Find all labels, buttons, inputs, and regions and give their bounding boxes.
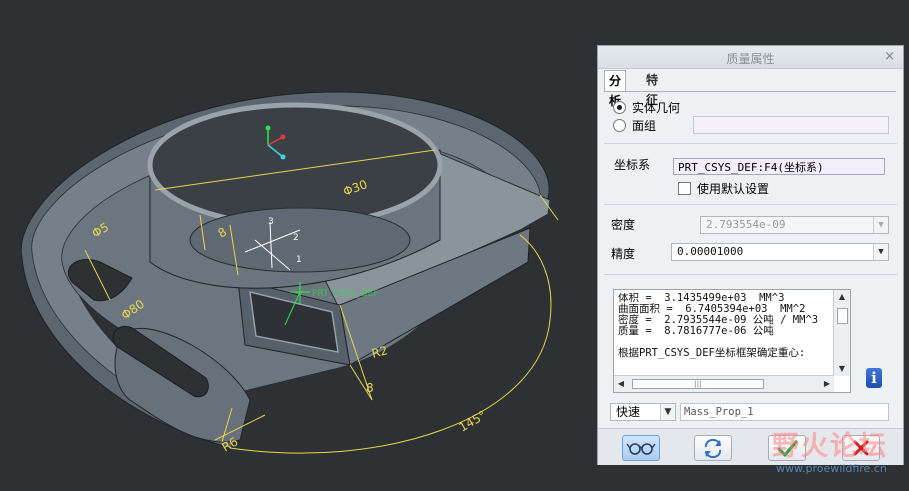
info-icon[interactable]: i [866, 368, 882, 388]
radio-solid-geometry[interactable]: 实体几何 [613, 98, 680, 116]
watermark-logo: 野火论坛 www.proewildfire.cn [766, 422, 906, 484]
scroll-thumb[interactable] [837, 308, 848, 324]
tab-feature[interactable]: 特征 [642, 70, 662, 107]
dim-text-7: 145° [457, 408, 489, 435]
density-value: 2.793554e-09 [706, 218, 786, 231]
results-text: 体积 = 3.1435499e+03 MM^3 曲面面积 = 6.7405394… [618, 293, 819, 359]
glasses-icon [626, 443, 656, 455]
density-label: 密度 [611, 218, 636, 232]
mass-properties-dialog: 质量属性 × 分析 特征 实体几何 面组 坐标系 PRT_CSYS_DEF:F4… [597, 45, 904, 465]
scroll-right-icon[interactable]: ▶ [820, 376, 834, 392]
mode-combo[interactable]: 快速 ▼ [610, 403, 676, 421]
use-default-checkbox[interactable]: 使用默认设置 [678, 180, 769, 197]
separator [604, 274, 897, 275]
vertical-scrollbar[interactable]: ▲ ▼ [833, 290, 850, 376]
dim-text-5: 8 [366, 381, 374, 395]
chevron-down-icon[interactable]: ▼ [873, 217, 888, 233]
radio-label-solid: 实体几何 [632, 100, 681, 115]
separator [604, 204, 897, 205]
checkbox-icon[interactable] [678, 182, 691, 195]
watermark-url: www.proewildfire.cn [776, 462, 887, 475]
mode-value: 快速 [616, 405, 641, 419]
use-default-label: 使用默认设置 [697, 182, 770, 196]
scroll-thumb[interactable]: ||| [632, 379, 764, 389]
scroll-left-icon[interactable]: ◀ [614, 376, 628, 392]
density-combo[interactable]: 2.793554e-09 ▼ [700, 216, 889, 234]
csys-tag: PRT_CSYS_DEF [312, 289, 379, 299]
precision-value: 0.00001000 [677, 245, 744, 258]
precision-combo[interactable]: 0.00001000 ▼ [671, 243, 889, 261]
precision-label: 精度 [611, 247, 636, 261]
radio-selected-icon[interactable] [613, 100, 626, 114]
horizontal-scrollbar[interactable]: ◀ ||| ▶ [614, 375, 834, 392]
tab-divider [604, 91, 896, 92]
chevron-down-icon[interactable]: ▼ [873, 244, 888, 260]
watermark-title: 野火论坛 [772, 431, 888, 462]
axis-label-0: 3 [268, 217, 274, 227]
axis-label-1: 2 [293, 233, 299, 243]
radio-label-quilt: 面组 [632, 118, 657, 133]
analysis-name-field[interactable]: Mass_Prop_1 [680, 403, 889, 421]
dialog-title: 质量属性 [726, 52, 775, 66]
scroll-up-icon[interactable]: ▲ [834, 290, 850, 304]
separator [604, 143, 897, 144]
csys-label: 坐标系 [614, 158, 651, 172]
axis-label-2: 1 [296, 255, 302, 265]
tab-analysis[interactable]: 分析 [604, 70, 627, 108]
scroll-down-icon[interactable]: ▼ [834, 362, 850, 376]
radio-quilt[interactable]: 面组 [613, 116, 656, 134]
chevron-down-icon[interactable]: ▼ [660, 404, 675, 420]
csys-field[interactable]: PRT_CSYS_DEF:F4(坐标系) [673, 158, 885, 175]
repeat-button[interactable] [694, 435, 732, 461]
radio-unselected-icon[interactable] [613, 118, 626, 132]
quilt-selection-field[interactable] [693, 116, 889, 134]
dialog-titlebar[interactable]: 质量属性 × [598, 46, 903, 69]
close-icon[interactable]: × [884, 49, 895, 64]
preview-button[interactable] [622, 435, 660, 461]
repeat-icon [704, 438, 722, 459]
results-panel[interactable]: 体积 = 3.1435499e+03 MM^3 曲面面积 = 6.7405394… [613, 289, 851, 393]
